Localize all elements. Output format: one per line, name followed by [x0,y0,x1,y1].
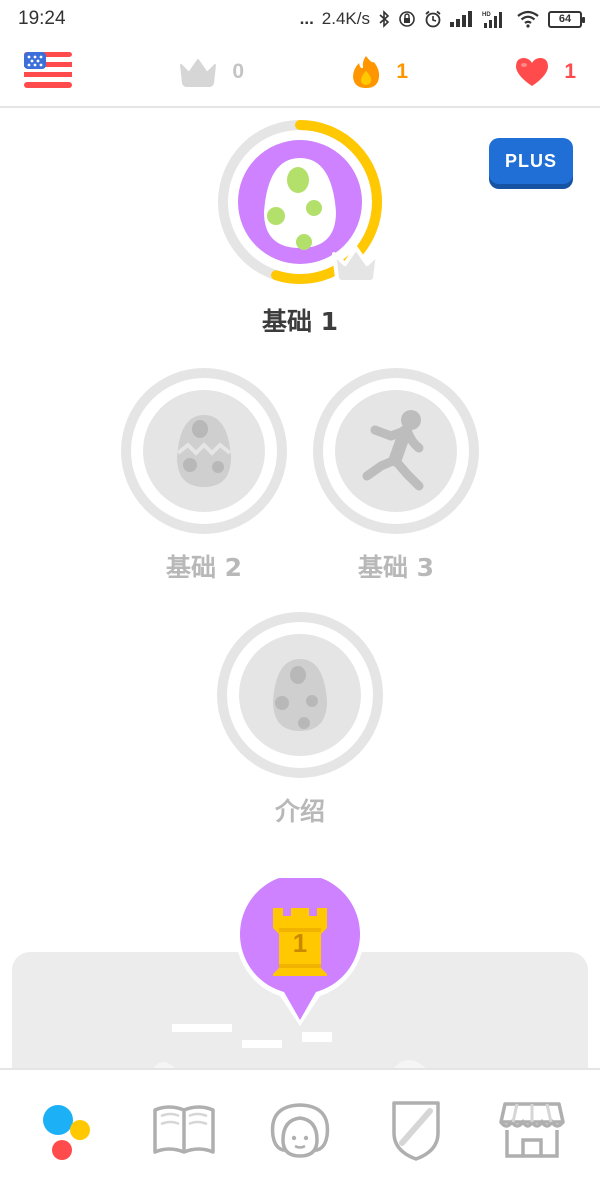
skill-basics-1[interactable] [214,120,386,284]
top-stats-bar: 0 1 1 [0,38,600,108]
egg-icon [264,158,336,250]
profile-face-icon [270,1103,330,1158]
nav-learn[interactable] [28,1090,108,1170]
hearts-counter[interactable]: 1 [514,56,576,88]
running-person-icon [362,410,424,491]
skill-basics-3[interactable] [313,368,479,534]
crowns-counter[interactable]: 0 [178,57,244,87]
skill-label-basics-3: 基础 3 [357,553,435,582]
streak-count: 1 [396,60,408,83]
battery-icon: 64 [548,10,585,28]
shield-icon [392,1101,440,1161]
hearts-count: 1 [564,60,576,83]
skill-basics-2[interactable] [121,368,287,534]
heart-icon [516,58,549,86]
checkpoint-button[interactable]: 1 [236,878,364,1028]
network-speed: 2.4K/s [321,9,370,28]
status-icons: ... 2.4K/s HD 64 [299,9,585,29]
skill-label-basics-2: 基础 2 [165,553,243,582]
bluetooth-icon [379,10,390,28]
skill-label-intro: 介绍 [274,797,325,826]
signal-hd-icon: HD [482,12,502,28]
dots-learn-icon [43,1105,90,1160]
nav-profile[interactable] [260,1090,340,1170]
book-icon [153,1105,215,1154]
plus-button[interactable]: PLUS [489,138,573,184]
flame-icon [353,56,380,88]
crowns-count: 0 [232,60,244,83]
us-flag-icon [24,52,72,88]
skill-label-basics-1: 基础 1 [261,307,339,336]
wifi-icon [517,10,539,28]
svg-text:HD: HD [482,12,491,18]
nav-stories[interactable] [144,1090,224,1170]
status-bar: 19:24 ... 2.4K/s HD 64 [0,0,600,38]
egg-icon [273,659,327,731]
nav-leagues[interactable] [376,1090,456,1170]
bottom-nav [0,1068,600,1200]
crown-level-icon [332,246,380,284]
alarm-icon [425,10,441,28]
language-flag-button[interactable] [24,52,72,92]
streak-counter[interactable]: 1 [350,54,408,90]
checkpoint-number: 1 [292,928,308,958]
shop-icon [499,1102,565,1158]
status-dots: ... [299,9,314,28]
crown-icon [180,59,217,87]
signal-icon [450,11,472,27]
skill-intro[interactable] [217,612,383,778]
status-time: 19:24 [18,8,66,29]
lock-rotation-icon [399,11,415,27]
cracked-egg-icon [176,415,232,487]
nav-shop[interactable] [492,1090,572,1170]
